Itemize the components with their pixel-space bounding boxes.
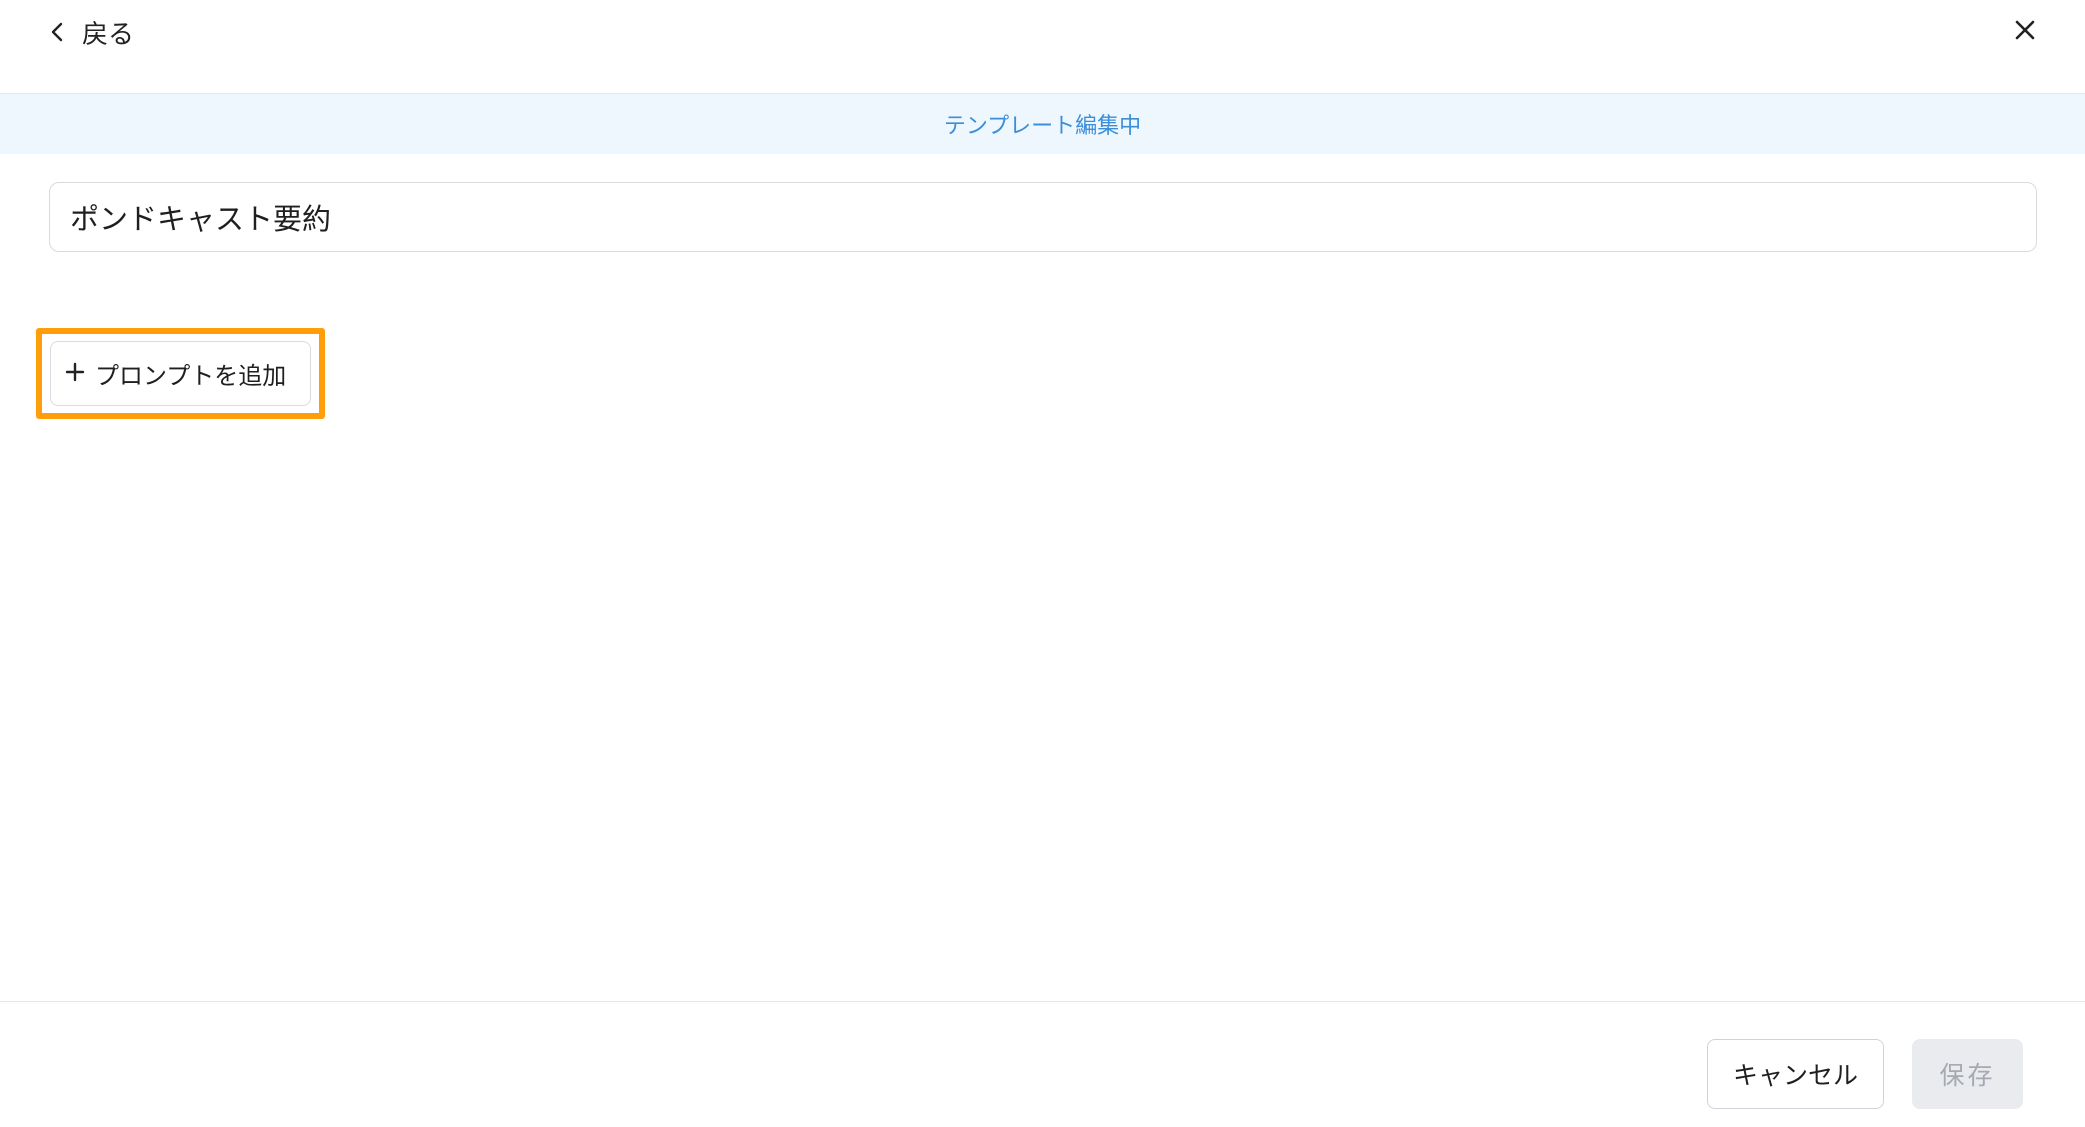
back-button[interactable]: 戻る	[50, 8, 134, 56]
close-icon	[2014, 19, 2036, 45]
cancel-button[interactable]: キャンセル	[1707, 1039, 1884, 1109]
add-prompt-button[interactable]: プロンプトを追加	[50, 341, 311, 406]
top-bar: 戻る	[0, 0, 2085, 94]
close-button[interactable]	[2005, 12, 2045, 52]
chevron-left-icon	[50, 21, 64, 43]
editing-status-banner: テンプレート編集中	[0, 94, 2085, 154]
add-prompt-label: プロンプトを追加	[95, 362, 287, 390]
back-label: 戻る	[82, 19, 135, 50]
editing-status-text: テンプレート編集中	[943, 114, 1142, 139]
save-button: 保存	[1912, 1039, 2023, 1109]
template-editor-page: 戻る テンプレート編集中 プロンプトを追加 キャンセル 保存	[0, 0, 2085, 1127]
template-title-input[interactable]	[49, 182, 2037, 252]
footer-bar: キャンセル 保存	[0, 1001, 2085, 1127]
plus-icon	[65, 362, 85, 386]
